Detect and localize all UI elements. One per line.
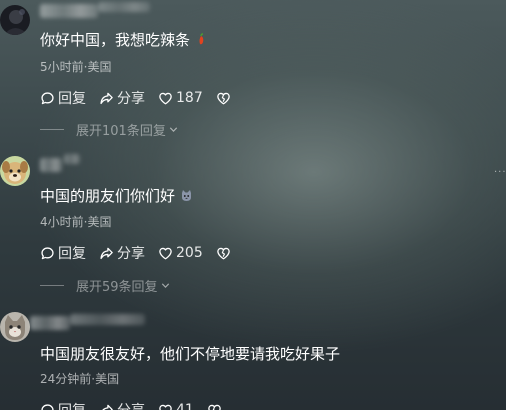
username-blurred[interactable] — [40, 158, 62, 172]
reply-button[interactable]: 回复 — [40, 400, 86, 410]
comment-actions: 回复 分享 187 — [40, 89, 234, 107]
dislike-button[interactable] — [207, 403, 225, 410]
share-arrow-icon — [100, 247, 113, 259]
reply-bubble-icon — [41, 246, 54, 259]
comment-item: 你好中国，我想吃辣条 5小时前·美国 回复 分享 187 展开101条回复 — [0, 0, 506, 140]
username-blurred[interactable] — [40, 4, 98, 18]
expand-replies-label: 展开59条回复 — [76, 279, 158, 295]
like-count: 187 — [176, 90, 203, 106]
user-avatar[interactable] — [0, 156, 30, 186]
comment-meta: 5小时前·美国 — [40, 60, 112, 74]
username-blurred-extra — [98, 2, 150, 12]
reply-bubble-icon — [41, 403, 54, 410]
share-button[interactable]: 分享 — [99, 400, 145, 410]
like-count: 41 — [176, 402, 194, 410]
comment-text: 中国朋友很友好，他们不停地要请我吃好果子 — [40, 345, 341, 363]
comment-meta: 24分钟前·美国 — [40, 372, 120, 386]
share-arrow-icon — [101, 404, 113, 410]
expand-replies-button[interactable]: 展开101条回复 — [40, 121, 179, 139]
cat-face-emoji-icon — [180, 187, 193, 201]
comment-actions: 回复 分享 205 — [40, 244, 234, 262]
share-button[interactable]: 分享 — [99, 243, 145, 263]
comment-item: 中国朋友很友好，他们不停地要请我吃好果子 24分钟前·美国 回复 分享 41 — [0, 308, 506, 410]
comment-meta: 4小时前·美国 — [40, 215, 112, 229]
share-label: 分享 — [117, 91, 145, 107]
share-label: 分享 — [117, 400, 145, 410]
comment-text: 中国的朋友们你们好 — [40, 186, 193, 206]
reply-label: 回复 — [58, 91, 86, 107]
expand-replies-button[interactable]: 展开59条回复 — [40, 277, 171, 295]
share-arrow-icon — [100, 92, 113, 104]
broken-heart-icon — [216, 247, 230, 259]
chevron-down-icon — [169, 126, 177, 132]
reply-label: 回复 — [58, 400, 86, 410]
dislike-button[interactable] — [216, 246, 234, 261]
heart-icon — [159, 247, 172, 259]
like-count: 205 — [176, 245, 203, 261]
comment-actions: 回复 分享 41 — [40, 401, 225, 410]
username-blurred-extra — [64, 154, 80, 164]
share-button[interactable]: 分享 — [99, 88, 145, 108]
user-avatar[interactable] — [0, 312, 30, 342]
reply-button[interactable]: 回复 — [40, 88, 86, 108]
replies-divider — [40, 128, 64, 130]
share-label: 分享 — [117, 246, 145, 262]
heart-icon — [159, 404, 172, 410]
reply-label: 回复 — [58, 246, 86, 262]
dislike-button[interactable] — [216, 91, 234, 106]
like-button[interactable]: 187 — [158, 90, 203, 106]
replies-divider — [40, 284, 64, 286]
heart-icon — [159, 92, 172, 104]
user-avatar[interactable] — [0, 5, 30, 35]
comment-text: 你好中国，我想吃辣条 — [40, 30, 208, 50]
broken-heart-icon — [208, 404, 221, 410]
like-button[interactable]: 205 — [158, 245, 203, 261]
username-blurred[interactable] — [30, 316, 70, 330]
chevron-down-icon — [161, 282, 169, 288]
expand-replies-label: 展开101条回复 — [76, 123, 166, 139]
like-button[interactable]: 41 — [158, 402, 194, 410]
more-options-icon[interactable]: ··· — [494, 168, 506, 178]
reply-bubble-icon — [41, 91, 54, 104]
username-blurred-extra — [70, 314, 145, 325]
reply-button[interactable]: 回复 — [40, 243, 86, 263]
pepper-emoji-icon — [195, 31, 208, 45]
comment-item: 中国的朋友们你们好 4小时前·美国 回复 分享 205 展开59条回复 — [0, 152, 506, 295]
broken-heart-icon — [216, 92, 230, 104]
